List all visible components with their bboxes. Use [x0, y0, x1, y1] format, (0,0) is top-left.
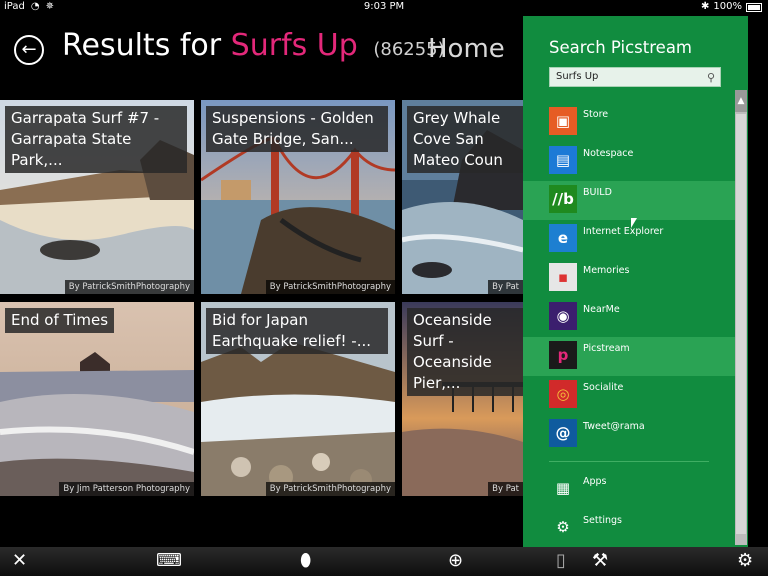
socialite-icon: ◎: [549, 380, 577, 408]
app-label: BUILD: [583, 187, 612, 198]
result-tile[interactable]: Grey Whale Cove San Mateo Coun By Pat: [402, 100, 523, 294]
app-item-socialite[interactable]: ◎ Socialite: [523, 376, 736, 415]
result-tile[interactable]: Garrapata Surf #7 - Garrapata State Park…: [0, 100, 194, 294]
scroll-thumb[interactable]: [736, 114, 746, 534]
app-label: Settings: [583, 515, 622, 526]
app-label: Tweet@rama: [583, 421, 645, 432]
settings-icon: ⚙: [549, 513, 577, 541]
tile-credit: By PatrickSmithPhotography: [265, 482, 395, 496]
title-prefix: Results for: [62, 28, 222, 63]
mouse-icon[interactable]: ⬮: [300, 550, 311, 572]
bluetooth-icon: ✱: [701, 1, 710, 12]
app-item-internet-explorer[interactable]: e Internet Explorer: [523, 220, 736, 259]
app-item-picstream[interactable]: p Picstream: [523, 337, 736, 376]
app-item-tweetrama[interactable]: @ Tweet@rama: [523, 415, 736, 454]
app-item-apps[interactable]: ▦ Apps: [523, 470, 736, 509]
tile-credit: By PatrickSmithPhotography: [265, 280, 395, 294]
page-title: Results for Surfs Up (86255): [62, 28, 445, 63]
tile-caption: Bid for Japan Earthquake relief! -...: [206, 308, 388, 354]
bottom-toolbar: ✕ ⌨ ⬮ ⊕ ▯ ⚒ ⚙: [0, 547, 768, 576]
tile-credit: By Pat: [488, 482, 523, 496]
tile-credit: By Jim Patterson Photography: [59, 482, 194, 496]
result-tile[interactable]: Bid for Japan Earthquake relief! -... By…: [201, 302, 395, 496]
zoom-icon[interactable]: ⊕: [448, 550, 463, 572]
notespace-icon: ▤: [549, 146, 577, 174]
app-label: Memories: [583, 265, 630, 276]
app-label: NearMe: [583, 304, 620, 315]
app-item-store[interactable]: ▣ Store: [523, 103, 736, 142]
divider: [549, 461, 709, 462]
result-tile[interactable]: End of Times By Jim Patterson Photograph…: [0, 302, 194, 496]
app-label: Internet Explorer: [583, 226, 664, 237]
search-value: Surfs Up: [556, 71, 599, 82]
tile-credit: By PatrickSmithPhotography: [64, 280, 194, 294]
wrench-icon[interactable]: ⚒: [592, 550, 608, 572]
battery-label: 100%: [713, 1, 742, 12]
clock: 9:03 PM: [363, 1, 405, 12]
scroll-up-icon[interactable]: ▲: [735, 90, 747, 112]
back-arrow-icon: ←: [21, 39, 37, 60]
back-button[interactable]: ←: [14, 35, 44, 65]
app-item-notespace[interactable]: ▤ Notespace: [523, 142, 736, 181]
home-link[interactable]: Home: [428, 34, 505, 64]
nearme-icon: ◉: [549, 302, 577, 330]
app-label: Notespace: [583, 148, 634, 159]
app-item-build[interactable]: //b BUILD: [523, 181, 736, 220]
mouse-cursor-icon: [631, 218, 637, 228]
app-item-settings[interactable]: ⚙ Settings: [523, 509, 736, 548]
search-query: Surfs Up: [230, 28, 358, 63]
tweetrama-icon: @: [549, 419, 577, 447]
result-tile[interactable]: Oceanside Surf - Oceanside Pier,... By P…: [402, 302, 523, 496]
app-label: Socialite: [583, 382, 624, 393]
result-tile[interactable]: Suspensions - Golden Gate Bridge, San...…: [201, 100, 395, 294]
battery-icon: [746, 2, 762, 12]
store-icon: ▣: [549, 107, 577, 135]
tile-caption: Suspensions - Golden Gate Bridge, San...: [206, 106, 388, 152]
picstream-icon: p: [549, 341, 577, 369]
app-label: Apps: [583, 476, 607, 487]
search-panel: Search Picstream Surfs Up ⚲ ▣ Store ▤ No…: [523, 16, 748, 547]
app-item-memories[interactable]: ▪ Memories: [523, 259, 736, 298]
tile-caption: Grey Whale Cove San Mateo Coun: [407, 106, 523, 173]
close-icon[interactable]: ✕: [12, 550, 27, 572]
search-input[interactable]: Surfs Up ⚲: [549, 67, 721, 87]
tile-credit: By Pat: [488, 280, 523, 294]
app-list: ▣ Store ▤ Notespace //b BUILD e Internet…: [523, 103, 736, 548]
tile-caption: Oceanside Surf - Oceanside Pier,...: [407, 308, 523, 396]
tile-caption: End of Times: [5, 308, 115, 333]
build-icon: //b: [549, 185, 577, 213]
app-label: Picstream: [583, 343, 630, 354]
file-icon[interactable]: ▯: [556, 550, 566, 572]
app-label: Store: [583, 109, 609, 120]
tile-caption: Garrapata Surf #7 - Garrapata State Park…: [5, 106, 187, 173]
internet-explorer-icon: e: [549, 224, 577, 252]
keyboard-icon[interactable]: ⌨: [156, 550, 182, 572]
scrollbar[interactable]: ▲: [735, 90, 747, 545]
panel-title: Search Picstream: [549, 38, 692, 57]
search-icon[interactable]: ⚲: [707, 69, 715, 87]
apps-icon: ▦: [549, 474, 577, 502]
app-item-nearme[interactable]: ◉ NearMe: [523, 298, 736, 337]
status-bar: iPad ◔ ✵ 9:03 PM ✱ 100%: [0, 0, 768, 14]
memories-icon: ▪: [549, 263, 577, 291]
gear-icon[interactable]: ⚙: [737, 550, 753, 572]
